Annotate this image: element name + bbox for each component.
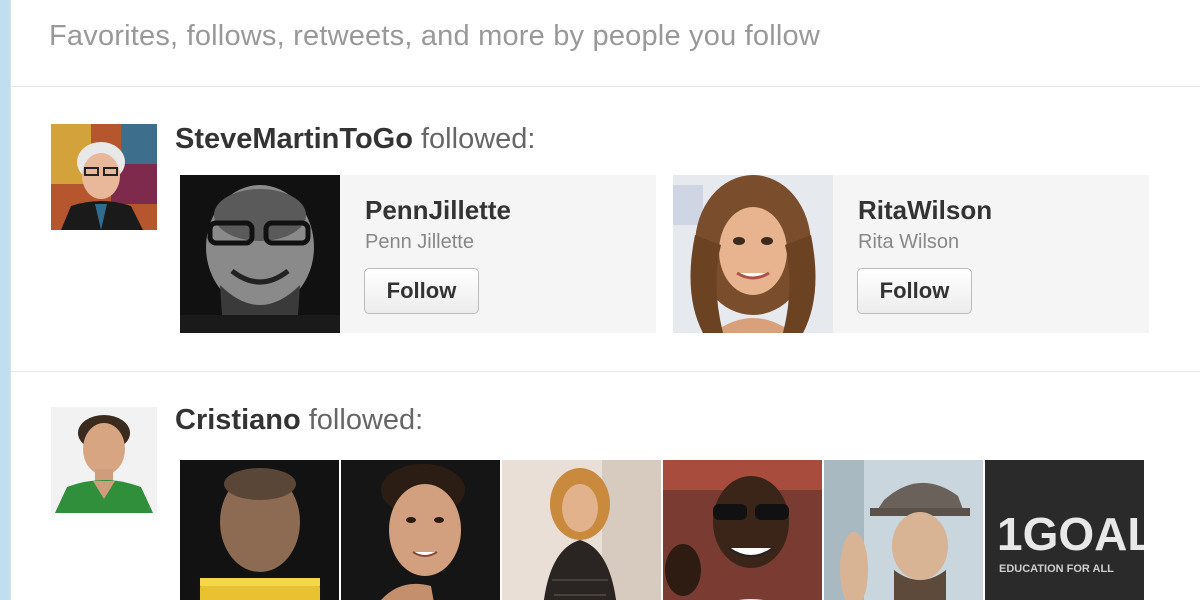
user-display-name[interactable]: RitaWilson (858, 195, 992, 226)
logo-main-text: 1GOAL (997, 508, 1144, 560)
logo-sub-text: EDUCATION FOR ALL (999, 563, 1114, 575)
user-full-name: Penn Jillette (365, 231, 474, 253)
user-card: PennJillette Penn Jillette Follow (180, 175, 656, 333)
user-thumbnail[interactable] (180, 460, 339, 600)
activity-headline: SteveMartinToGo followed: (175, 123, 535, 156)
user-photo[interactable] (180, 175, 340, 333)
activity-panel: Favorites, follows, retweets, and more b… (10, 0, 1200, 600)
user-thumbnail[interactable] (341, 460, 500, 600)
avatar[interactable] (51, 124, 157, 230)
actor-name-link[interactable]: SteveMartinToGo (175, 123, 413, 155)
user-photo[interactable] (673, 175, 833, 333)
user-display-name[interactable]: PennJillette (365, 195, 511, 226)
activity-item: Cristiano followed: 1GOAL EDUCATION FOR … (11, 372, 1200, 600)
user-card: RitaWilson Rita Wilson Follow (673, 175, 1149, 333)
activity-header-text: Favorites, follows, retweets, and more b… (49, 20, 820, 52)
activity-verb: followed: (421, 123, 536, 155)
actor-name-link[interactable]: Cristiano (175, 404, 301, 436)
activity-header: Favorites, follows, retweets, and more b… (11, 0, 1200, 87)
user-thumbnail[interactable] (824, 460, 983, 600)
follow-button[interactable]: Follow (364, 268, 479, 314)
user-thumbnail[interactable]: 1GOAL EDUCATION FOR ALL (985, 460, 1144, 600)
avatar[interactable] (51, 407, 157, 513)
activity-item: SteveMartinToGo followed: PennJillette P… (11, 87, 1200, 372)
user-thumbnail[interactable] (663, 460, 822, 600)
activity-headline: Cristiano followed: (175, 404, 423, 437)
activity-verb: followed: (308, 404, 424, 436)
user-thumbnail[interactable] (502, 460, 661, 600)
follow-button[interactable]: Follow (857, 268, 972, 314)
user-full-name: Rita Wilson (858, 231, 960, 253)
